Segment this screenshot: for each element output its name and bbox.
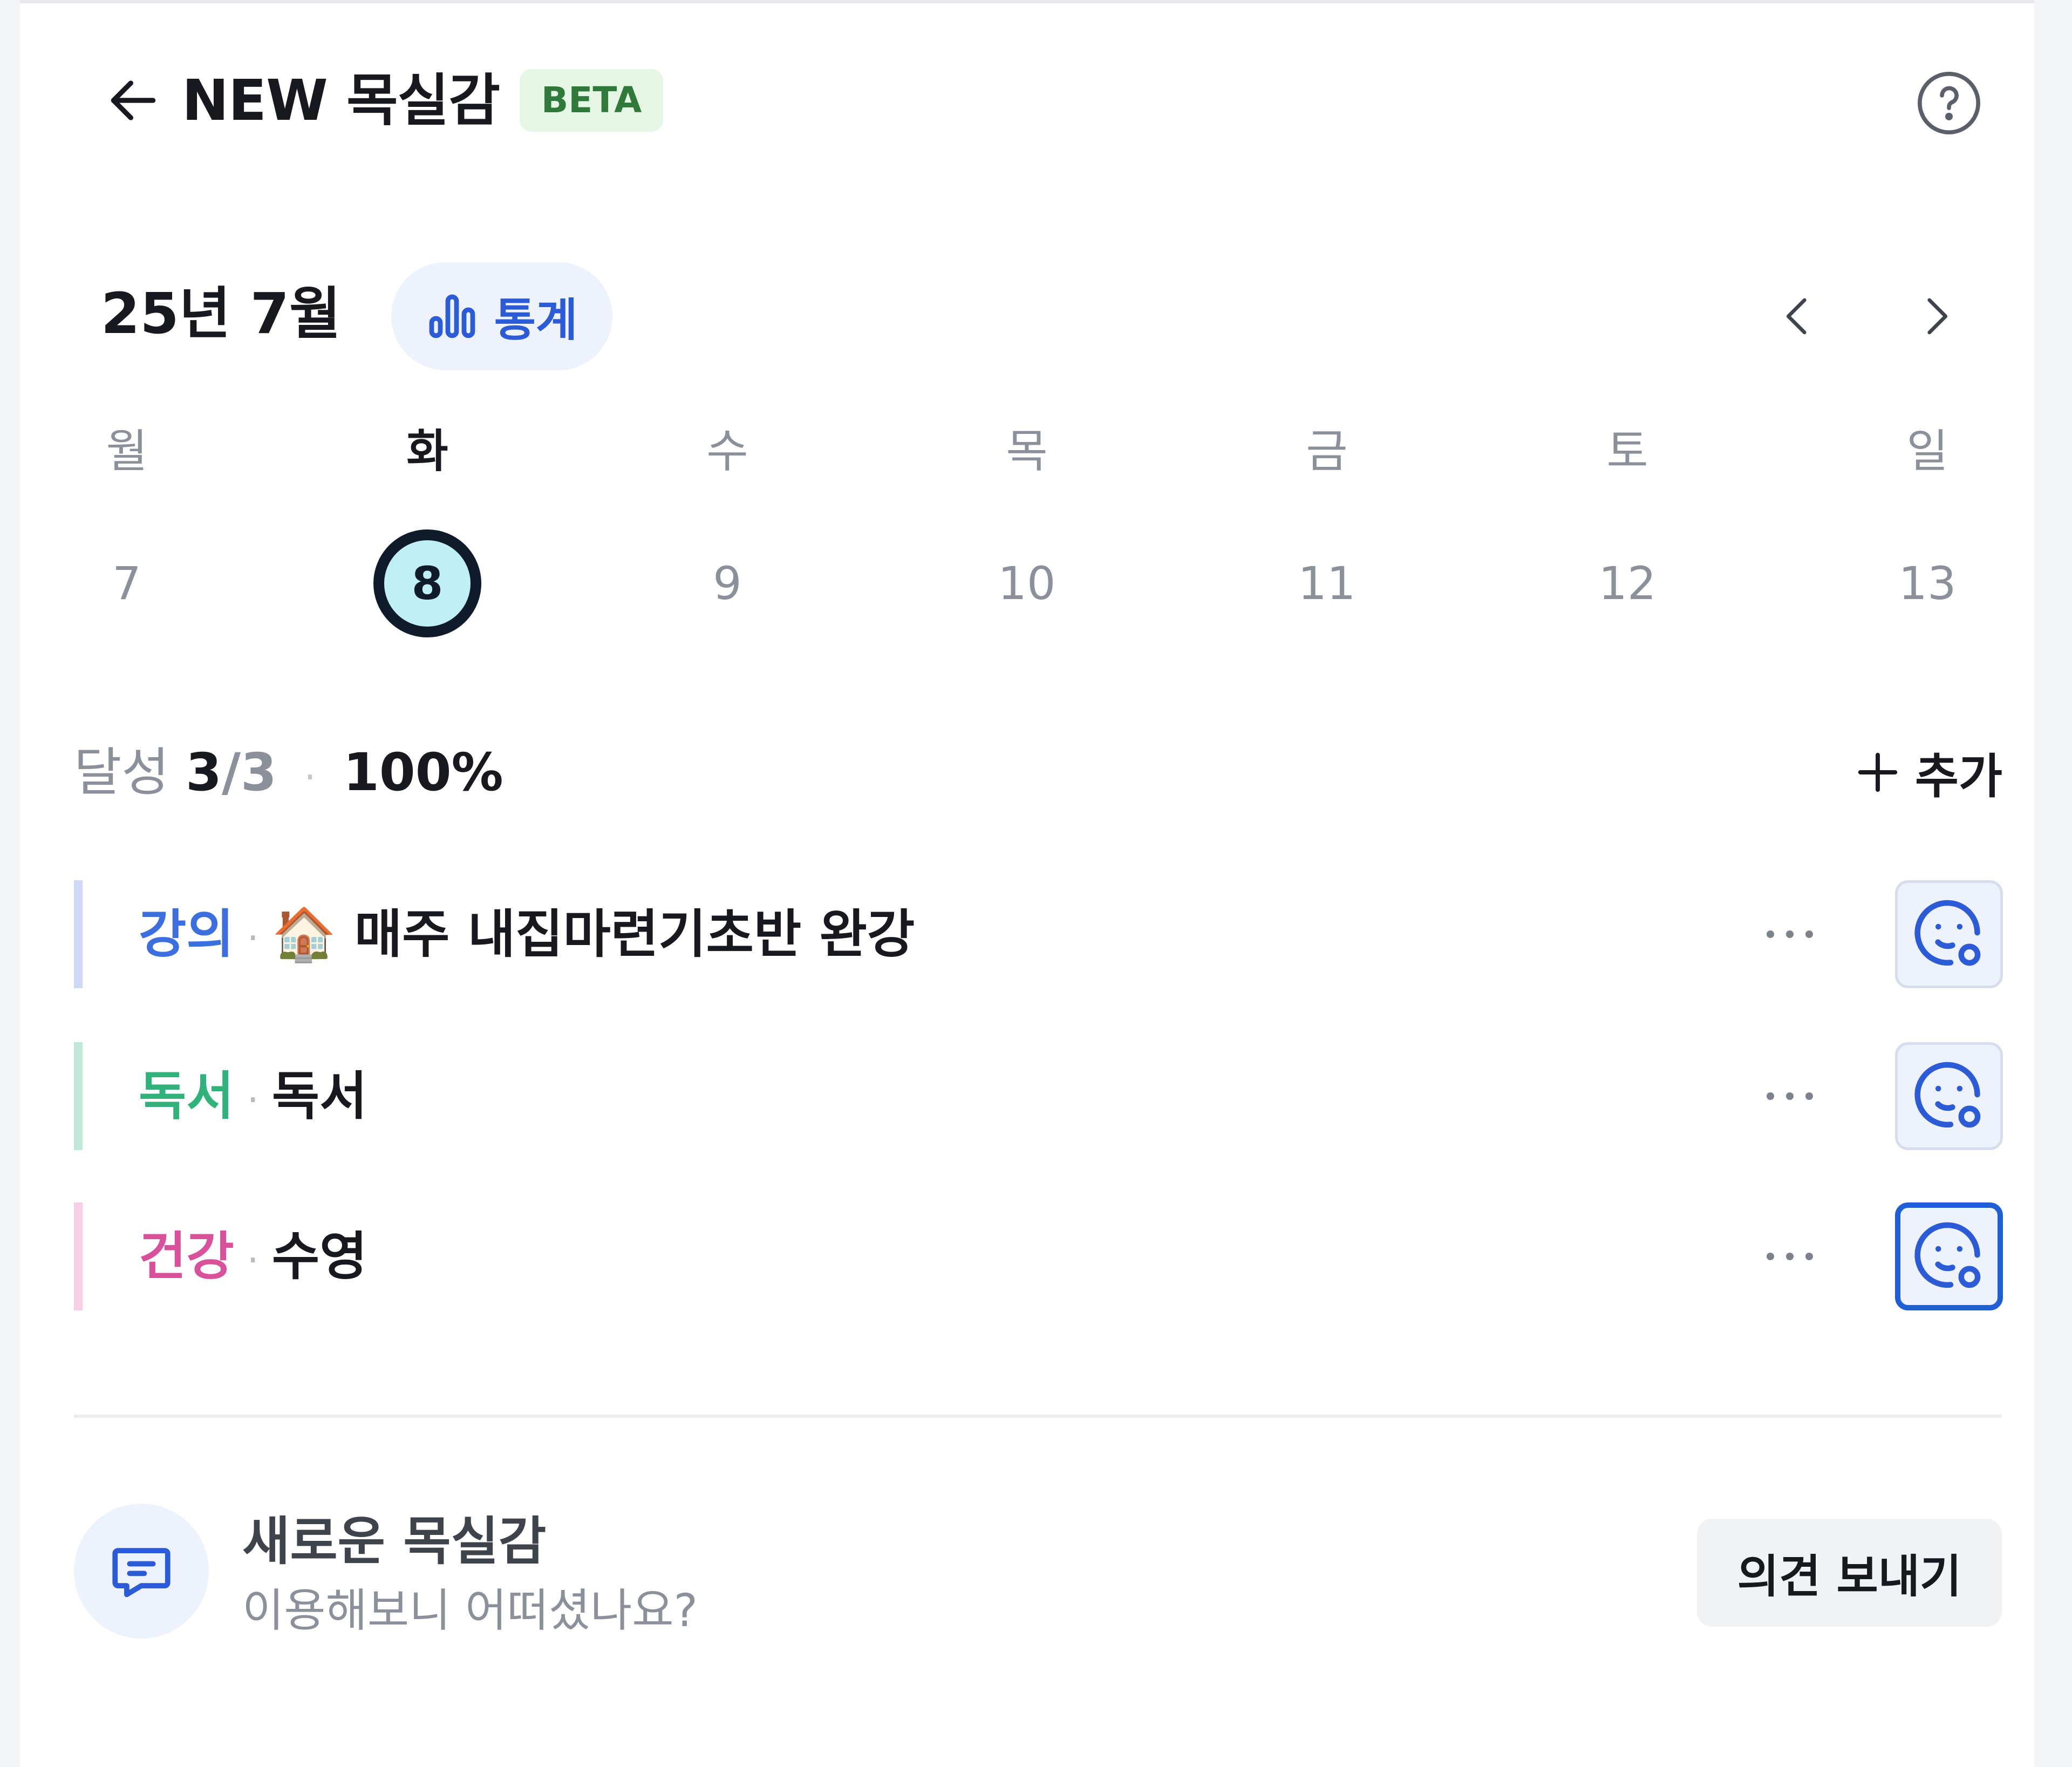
day-number: 10 xyxy=(998,557,1056,610)
goal-title: 수영 xyxy=(271,1226,367,1287)
stats-button[interactable]: 통계 xyxy=(391,262,612,370)
month-label: 25년 7월 xyxy=(101,281,341,346)
chevron-right-icon xyxy=(1927,298,1948,335)
reaction-button[interactable] xyxy=(1895,1042,2003,1150)
day-thu[interactable]: 목 10 xyxy=(946,419,1108,640)
more-options-button[interactable] xyxy=(1747,902,1833,967)
dot-icon xyxy=(1767,930,1774,938)
achievement-percent: 100% xyxy=(343,742,503,803)
smile-add-icon xyxy=(1914,1062,1981,1128)
more-options-button[interactable] xyxy=(1747,1064,1833,1129)
more-options-button[interactable] xyxy=(1747,1224,1833,1289)
bar-chart-icon xyxy=(429,294,475,338)
day-fri[interactable]: 금 11 xyxy=(1246,419,1408,640)
help-button[interactable] xyxy=(1914,68,1984,138)
beta-badge: BETA xyxy=(520,69,664,132)
smile-add-icon xyxy=(1914,1222,1981,1288)
plus-icon xyxy=(1858,752,1898,792)
goal-category-bar xyxy=(74,880,83,988)
reaction-button[interactable] xyxy=(1895,1202,2003,1310)
day-number: 13 xyxy=(1898,557,1957,610)
next-week-button[interactable] xyxy=(1903,284,1968,349)
day-name: 목 xyxy=(1006,425,1048,478)
feedback-icon-wrap xyxy=(74,1504,209,1639)
goal-category-bar xyxy=(74,1042,83,1150)
goal-row[interactable]: 강의 · 🏠 매주 내집마련기초반 완강 xyxy=(74,880,2003,988)
day-name: 월 xyxy=(106,425,148,478)
add-goal-label: 추가 xyxy=(1915,748,2002,804)
achievement-total: /3 xyxy=(221,742,277,803)
dot-icon xyxy=(1805,1253,1813,1260)
goal-text: 건강 · 수영 xyxy=(139,1219,367,1298)
goal-text: 강의 · 🏠 매주 내집마련기초반 완강 xyxy=(139,896,915,976)
goal-separator: · xyxy=(247,1077,259,1122)
goal-row[interactable]: 건강 · 수영 xyxy=(74,1202,2003,1310)
day-mon[interactable]: 월 7 xyxy=(46,419,208,640)
divider xyxy=(74,1415,2002,1418)
goal-category: 건강 xyxy=(139,1226,234,1287)
back-button[interactable] xyxy=(101,68,166,133)
goal-row[interactable]: 독서 · 독서 xyxy=(74,1042,2003,1150)
day-name: 일 xyxy=(1906,425,1948,478)
goal-category: 독서 xyxy=(139,1066,234,1126)
goal-separator: · xyxy=(247,1238,259,1282)
achievement-count: 3 xyxy=(186,742,222,803)
chevron-left-icon xyxy=(1786,298,1807,335)
feedback-title: 새로운 목실감 xyxy=(242,1511,547,1572)
goal-panel: NEW 목실감 BETA 25년 7월 통계 월 7 화 8 수 9 목 10 … xyxy=(20,0,2034,1767)
goal-title: 매주 내집마련기초반 완강 xyxy=(354,904,915,964)
reaction-button[interactable] xyxy=(1895,880,2003,988)
house-emoji-icon: 🏠 xyxy=(271,904,337,964)
achievement-separator: · xyxy=(304,755,316,799)
add-goal-button[interactable]: 추가 xyxy=(1855,737,2002,807)
day-sun[interactable]: 일 13 xyxy=(1846,419,2008,640)
chat-message-icon xyxy=(112,1548,171,1598)
day-wed[interactable]: 수 9 xyxy=(646,419,808,640)
dot-icon xyxy=(1805,1092,1813,1100)
dot-icon xyxy=(1805,930,1813,938)
dot-icon xyxy=(1786,1092,1794,1100)
dot-icon xyxy=(1767,1253,1774,1260)
achievement-label: 달성 xyxy=(74,742,169,803)
dot-icon xyxy=(1767,1092,1774,1100)
day-name: 화 xyxy=(406,425,448,478)
smile-add-icon xyxy=(1914,900,1981,966)
goal-title: 독서 xyxy=(271,1066,367,1126)
prev-week-button[interactable] xyxy=(1766,284,1831,349)
day-number: 7 xyxy=(112,557,141,610)
day-number: 9 xyxy=(713,557,742,610)
day-number: 8 xyxy=(346,527,508,640)
day-sat[interactable]: 토 12 xyxy=(1546,419,1708,640)
day-name: 토 xyxy=(1606,425,1648,478)
send-feedback-button[interactable]: 의견 보내기 xyxy=(1697,1519,2002,1627)
goal-category-bar xyxy=(74,1202,83,1310)
achievement-summary: 달성 3/3 · 100% xyxy=(74,737,503,812)
day-number: 11 xyxy=(1298,557,1356,610)
selected-day-circle: 8 xyxy=(373,529,481,637)
day-name: 수 xyxy=(706,425,748,478)
dot-icon xyxy=(1786,1253,1794,1260)
goal-separator: · xyxy=(247,915,259,960)
arrow-left-icon xyxy=(111,80,156,120)
dot-icon xyxy=(1786,930,1794,938)
goal-category: 강의 xyxy=(139,904,234,964)
goal-text: 독서 · 독서 xyxy=(139,1058,367,1138)
page-title: NEW 목실감 xyxy=(182,67,500,133)
week-strip: 월 7 화 8 수 9 목 10 금 11 토 12 일 13 xyxy=(20,419,2034,645)
day-name: 금 xyxy=(1306,425,1348,478)
day-tue[interactable]: 화 8 xyxy=(346,419,508,640)
day-number: 12 xyxy=(1598,557,1657,610)
stats-label: 통계 xyxy=(494,293,578,346)
feedback-subtitle: 이용해보니 어떠셨나요? xyxy=(242,1584,698,1637)
question-circle-icon xyxy=(1918,72,1980,134)
